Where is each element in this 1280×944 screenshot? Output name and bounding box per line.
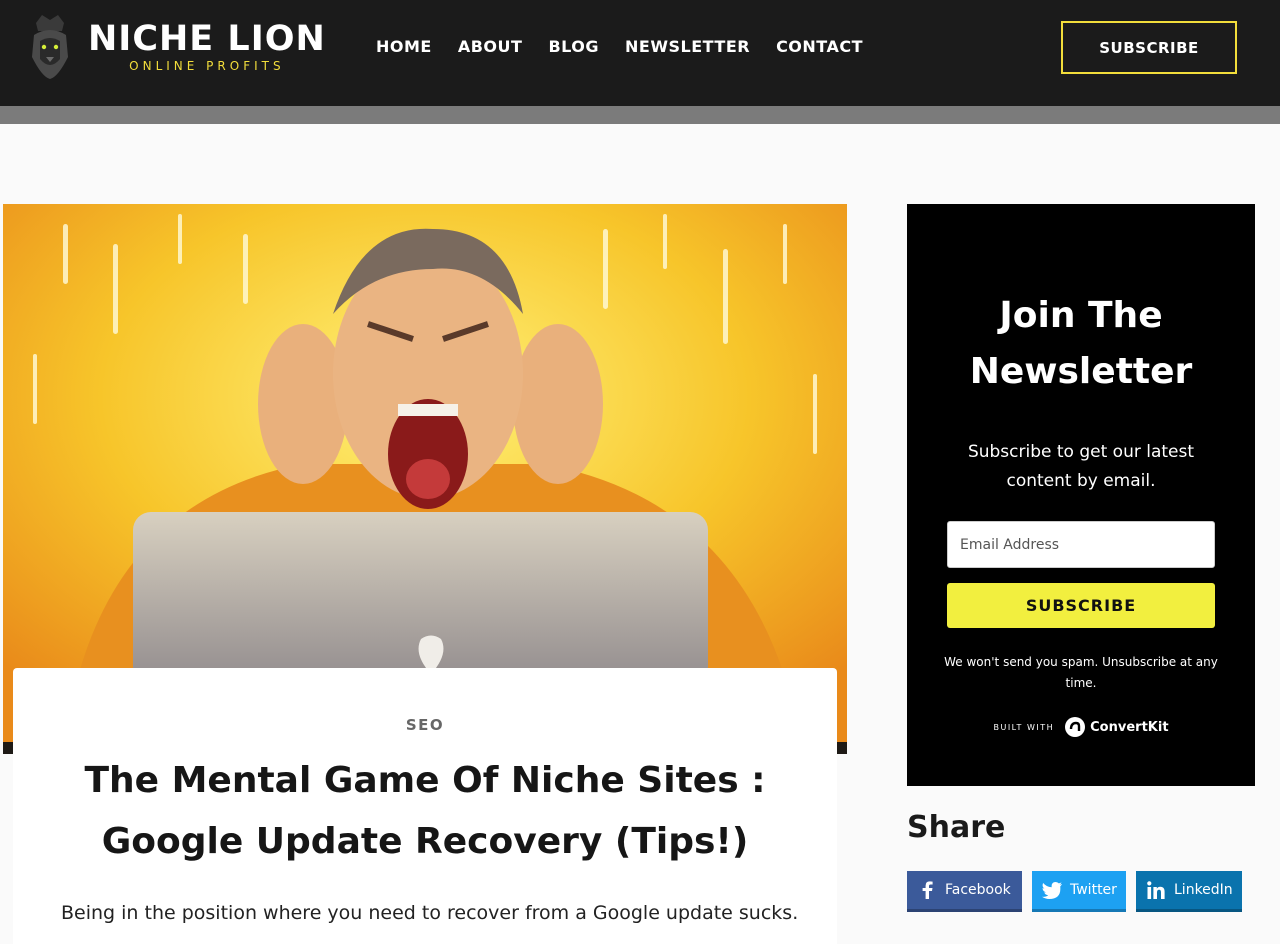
convertkit-name: ConvertKit: [1090, 719, 1169, 735]
main-nav: HOME ABOUT BLOG NEWSLETTER CONTACT: [376, 35, 889, 59]
email-field[interactable]: [947, 521, 1215, 568]
header-subscribe-button[interactable]: SUBSCRIBE: [1061, 21, 1237, 74]
site-header: NICHE LION ONLINE PROFITS HOME ABOUT BLO…: [0, 0, 1280, 106]
convertkit-icon: [1065, 717, 1086, 737]
newsletter-widget: Join The Newsletter Subscribe to get our…: [907, 204, 1255, 786]
nav-home[interactable]: HOME: [376, 35, 432, 59]
logo-subtitle: ONLINE PROFITS: [129, 58, 285, 73]
share-facebook-button[interactable]: Facebook: [907, 871, 1022, 912]
newsletter-subscribe-button[interactable]: SUBSCRIBE: [947, 583, 1215, 628]
twitter-icon: [1042, 880, 1062, 900]
logo-title: NICHE LION: [88, 18, 326, 59]
newsletter-spam-note: We won't send you spam. Unsubscribe at a…: [944, 655, 1218, 690]
article-title: The Mental Game Of Niche Sites : Google …: [84, 760, 766, 862]
newsletter-description: Subscribe to get our latest content by e…: [967, 442, 1195, 491]
nav-about[interactable]: ABOUT: [458, 35, 523, 59]
article-intro: Being in the position where you need to …: [61, 902, 799, 924]
nav-contact[interactable]: CONTACT: [776, 35, 863, 59]
convertkit-badge[interactable]: BUILT WITH ConvertKit: [907, 716, 1255, 738]
header-divider-bar: [0, 106, 1280, 124]
nav-newsletter[interactable]: NEWSLETTER: [625, 35, 750, 59]
site-logo[interactable]: NICHE LION ONLINE PROFITS: [28, 10, 326, 82]
newsletter-title: Join The Newsletter: [969, 295, 1193, 392]
share-linkedin-button[interactable]: LinkedIn: [1136, 871, 1242, 912]
linkedin-icon: [1146, 880, 1166, 900]
share-facebook-label: Facebook: [945, 882, 1011, 898]
share-twitter-button[interactable]: Twitter: [1032, 871, 1126, 912]
article-card: SEO The Mental Game Of Niche Sites : Goo…: [13, 668, 837, 944]
nav-blog[interactable]: BLOG: [548, 35, 599, 59]
lion-logo-icon: [32, 15, 68, 79]
share-linkedin-label: LinkedIn: [1174, 882, 1233, 898]
article-category[interactable]: SEO: [13, 716, 837, 734]
share-title: Share: [907, 810, 1006, 845]
share-twitter-label: Twitter: [1070, 882, 1117, 898]
facebook-icon: [917, 880, 937, 900]
built-with-label: BUILT WITH: [993, 722, 1055, 732]
